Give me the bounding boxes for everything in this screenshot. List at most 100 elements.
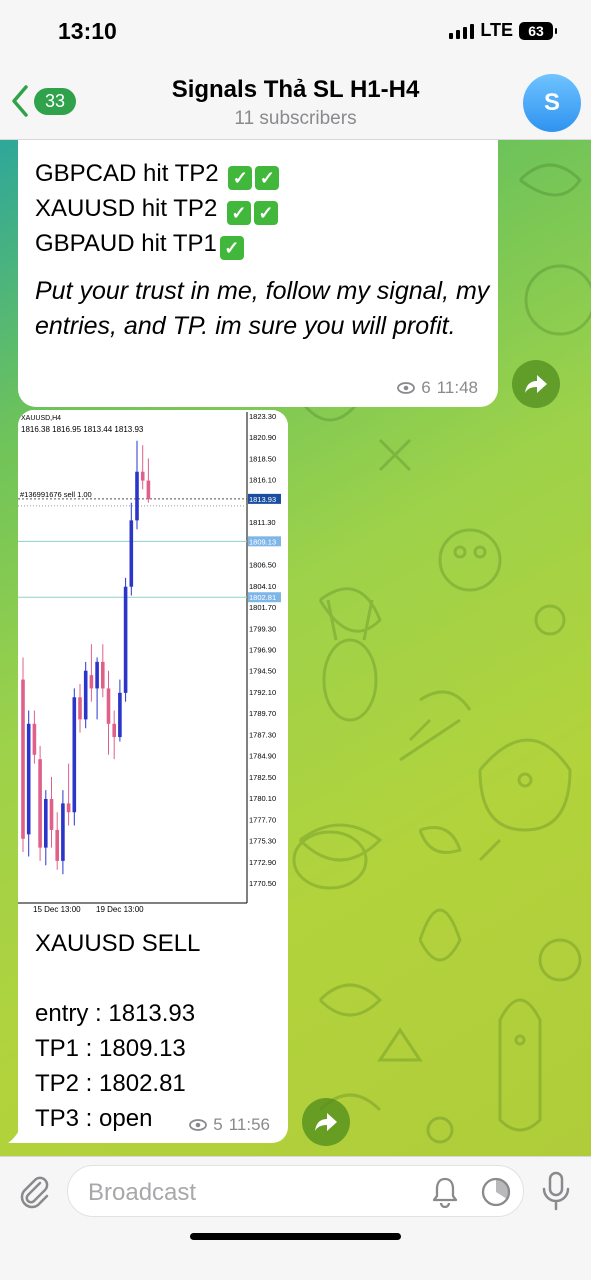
chat-area[interactable]: GBPCAD hit TP2 ✓ ✓ XAUUSD hit TP2 ✓ ✓ GBPA… [0,140,591,1156]
subscriber-count: 11 subscribers [234,108,357,129]
candle-body [78,697,82,720]
price-tick-label: 1796.90 [249,646,276,655]
price-tick-label: 1794.50 [249,667,276,676]
message-time: 11:56 [228,1115,270,1134]
price-tick-label: 1784.90 [249,752,276,761]
candle-body [112,723,116,738]
clock-icon[interactable] [480,1176,512,1208]
input-bar: Broadcast [0,1156,591,1280]
broadcast-input[interactable]: Broadcast [67,1165,524,1217]
tp3-line: TP3 : open [35,1105,153,1132]
level-label: 1809.13 [249,537,276,546]
message-time: 11:48 [436,378,478,397]
price-tick-label: 1799.30 [249,624,276,633]
check-emoji-icon: ✓ [253,201,278,225]
message-line: GBPAUD hit TP1 ✓ [35,230,244,260]
order-label: #136991676 sell 1.00 [20,490,92,499]
candle-body [140,471,145,481]
price-tick-label: 1770.50 [249,879,276,888]
view-count: 5 [213,1115,223,1134]
tp1-line: TP1 : 1809.13 [35,1035,186,1062]
price-tick-label: 1777.70 [249,815,276,824]
price-tick-label: 1811.30 [249,518,276,527]
price-tick-label: 1792.10 [249,688,276,697]
price-chart[interactable]: XAUUSD,H4 1816.38 1816.95 1813.44 1813.9… [18,410,288,915]
candle-body [146,480,151,500]
candle-body [38,759,42,848]
price-tick-label: 1780.10 [249,794,276,803]
price-tick-label: 1804.10 [249,582,276,591]
forward-icon [315,1113,337,1131]
candle-body [95,661,99,689]
message-italic-text: Put your trust in me, follow my signal, … [35,277,490,340]
input-placeholder: Broadcast [88,1179,197,1206]
candle-body [135,471,139,521]
check-emoji-icon: ✓ [228,166,253,190]
channel-avatar[interactable]: S [523,74,581,132]
candle-body [123,586,128,693]
price-tick-label: 1787.30 [249,730,276,739]
signal-icon [449,23,475,39]
message-meta: 5 11:56 [189,1115,270,1135]
eye-icon [189,1119,208,1131]
candle-body [89,675,94,689]
price-tick-label: 1801.70 [249,603,276,612]
bubble-tail [8,1125,22,1143]
candle-body [118,692,122,738]
candle-body [44,798,48,848]
message-line: GBPCAD hit TP2 ✓ ✓ [35,160,280,190]
candle-body [26,723,31,835]
message-bubble-2[interactable]: XAUUSD,H4 1816.38 1816.95 1813.44 1813.9… [18,410,288,1143]
candle-body [32,723,37,755]
level-label: 1802.81 [249,593,276,602]
candle-body [49,798,54,830]
price-tick-label: 1789.70 [249,709,276,718]
signal-title: XAUUSD SELL [35,930,201,957]
price-tick-label: 1806.50 [249,561,276,570]
status-time: 13:10 [58,18,117,44]
price-tick-label: 1782.50 [249,773,276,782]
candle-body [83,670,88,720]
message-meta: 6 11:48 [397,378,478,398]
price-tick-label: 1820.90 [249,433,276,442]
candle-body [66,803,71,813]
candle-body [129,520,134,587]
check-emoji-icon: ✓ [219,236,244,260]
check-emoji-icon: ✓ [255,166,280,190]
eye-icon [397,382,416,394]
status-bar: 13:10 LTE 63 [0,0,591,62]
candle-body [55,829,59,861]
forward-button[interactable] [302,1098,350,1146]
chart-ohlc: 1816.38 1816.95 1813.44 1813.93 [21,425,144,434]
forward-button[interactable] [512,360,560,408]
battery-icon: 63 [519,21,557,40]
message-line: XAUUSD hit TP2 ✓ ✓ [35,195,278,225]
entry-line: entry : 1813.93 [35,1000,196,1027]
candle-body [72,697,77,813]
view-count: 6 [421,378,431,397]
network-label: LTE [480,20,513,40]
mic-icon[interactable] [540,1171,572,1211]
check-emoji-icon: ✓ [226,201,251,225]
chat-header: 33 Signals Thả SL H1-H4 11 subscribers S [0,62,591,140]
message-bubble-1[interactable]: GBPCAD hit TP2 ✓ ✓ XAUUSD hit TP2 ✓ ✓ GBPA… [18,140,498,407]
candle-body [21,679,25,839]
candle-body [106,688,111,724]
date-label: 15 Dec 13:00 [33,905,81,914]
price-tick-label: 1818.50 [249,454,276,463]
price-tick-label: 1816.10 [249,476,276,485]
bell-icon[interactable] [430,1176,460,1208]
date-label: 19 Dec 13:00 [96,905,144,914]
tp2-line: TP2 : 1802.81 [35,1070,186,1097]
status-icons: LTE 63 [449,20,557,41]
forward-icon [525,375,547,393]
home-indicator [190,1233,401,1240]
chart-symbol: XAUUSD,H4 [21,415,61,422]
candle-body [61,803,65,861]
channel-title[interactable]: Signals Thả SL H1-H4 [0,76,591,104]
attach-icon[interactable] [16,1173,52,1209]
level-label: 1813.93 [249,495,276,504]
price-tick-label: 1772.90 [249,858,276,867]
candle-body [101,661,105,689]
price-tick-label: 1823.30 [249,412,276,421]
